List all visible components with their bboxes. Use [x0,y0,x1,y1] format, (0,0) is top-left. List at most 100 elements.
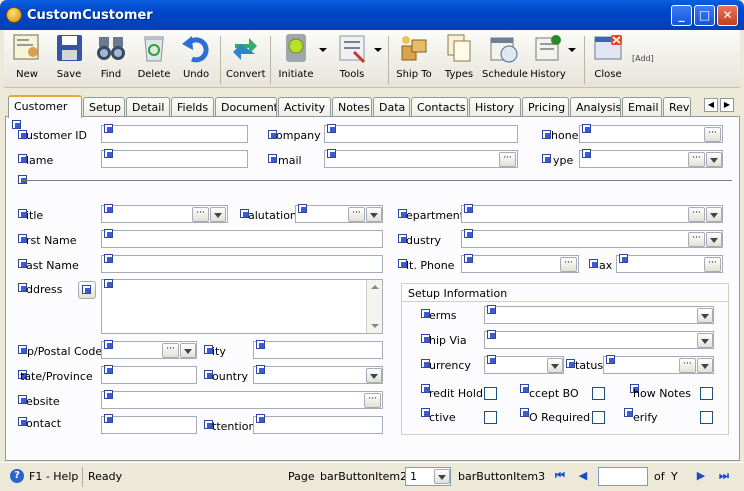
dropdown-button[interactable] [697,358,713,373]
address-scrollbar[interactable] [366,280,382,333]
tab-history[interactable]: History [469,97,521,117]
customer-id-field[interactable] [101,125,248,143]
ellipsis-button[interactable]: ··· [688,207,705,222]
show-notes-checkbox[interactable] [700,387,713,400]
ellipsis-button[interactable]: ··· [192,207,209,222]
dropdown-button[interactable] [706,232,722,247]
ship-to-button[interactable]: Ship To [394,32,434,80]
accept-bo-checkbox[interactable] [592,387,605,400]
initiate-button[interactable]: Initiate [276,32,316,80]
dropdown-button[interactable] [180,343,196,358]
email-field[interactable]: ··· [324,150,518,168]
close-button[interactable]: Close [590,32,626,80]
industry-field[interactable]: ··· [461,230,723,248]
page-select[interactable]: 1 [405,467,451,486]
type-field[interactable]: ··· [579,150,723,168]
tab-customer[interactable]: Customer [8,95,82,118]
po-required-checkbox[interactable] [592,411,605,424]
tab-detail[interactable]: Detail [126,97,170,117]
dropdown-button[interactable] [210,207,226,222]
tab-notes[interactable]: Notes [332,97,372,117]
last-name-field[interactable] [101,255,383,273]
salutation-field[interactable]: ··· [295,205,383,223]
tab-pricing[interactable]: Pricing [522,97,569,117]
history-button[interactable]: History [528,32,568,80]
dropdown-button[interactable] [697,333,713,348]
ellipsis-button[interactable]: ··· [679,358,696,373]
tab-analysis[interactable]: Analysis [570,97,621,117]
delete-button[interactable]: Delete [136,32,172,80]
tab-scroll-right-icon[interactable]: ▶ [720,98,734,112]
ellipsis-button[interactable]: ··· [704,257,721,272]
status-field[interactable]: ··· [603,356,714,374]
dropdown-button[interactable] [706,207,722,222]
schedule-button[interactable]: Schedule [482,32,528,80]
tab-data[interactable]: Data [373,97,410,117]
add-label[interactable]: [Add] [632,54,654,63]
terms-field[interactable] [484,306,714,324]
fax-field[interactable]: ··· [616,255,723,273]
undo-button[interactable]: Undo [180,32,212,80]
tab-email[interactable]: Email [622,97,662,117]
tools-button[interactable]: Tools [332,32,372,80]
tab-activity[interactable]: Activity [278,97,331,117]
dropdown-button[interactable] [697,308,713,323]
initiate-dropdown-arrow[interactable] [319,48,327,52]
city-field[interactable] [253,341,383,359]
dropdown-button[interactable] [547,358,563,373]
ellipsis-button[interactable]: ··· [688,152,705,167]
state-field[interactable] [101,366,197,384]
currency-field[interactable] [484,356,564,374]
bar-button-item-2[interactable]: barButtonItem2 [320,470,407,483]
verify-checkbox[interactable] [700,411,713,424]
new-button[interactable]: New [10,32,44,80]
last-page-icon[interactable]: ⏭ [716,468,732,484]
find-button[interactable]: Find [94,32,128,80]
first-page-icon[interactable]: ⏮ [552,468,568,484]
name-field[interactable] [101,150,248,168]
tab-fields[interactable]: Fields [171,97,214,117]
active-checkbox[interactable] [484,411,497,424]
history-dropdown-arrow[interactable] [568,48,576,52]
ellipsis-button[interactable]: ··· [162,343,179,358]
first-name-field[interactable] [101,230,383,248]
country-field[interactable] [253,366,383,384]
zip-field[interactable]: ··· [101,341,197,359]
next-page-icon[interactable]: ▶ [693,468,709,484]
page-select-dropdown[interactable] [434,469,450,484]
ellipsis-button[interactable]: ··· [499,152,516,167]
credit-hold-checkbox[interactable] [484,387,497,400]
ship-via-field[interactable] [484,331,714,349]
address-lookup-button[interactable] [78,281,96,299]
save-button[interactable]: Save [52,32,86,80]
tab-documents[interactable]: Documents [215,97,277,117]
dropdown-button[interactable] [366,368,382,383]
tab-scroll-left-icon[interactable]: ◀ [704,98,718,112]
title-field[interactable]: ··· [101,205,228,223]
tools-dropdown-arrow[interactable] [374,48,382,52]
ellipsis-button[interactable]: ··· [688,232,705,247]
address-field[interactable] [101,279,383,334]
phone-field[interactable]: ··· [579,125,723,143]
alt-phone-field[interactable]: ··· [461,255,579,273]
types-button[interactable]: Types [440,32,478,80]
ellipsis-button[interactable]: ··· [704,127,721,142]
convert-button[interactable]: Convert [226,32,266,80]
attention-field[interactable] [253,416,383,434]
dropdown-button[interactable] [366,207,382,222]
maximize-button[interactable]: □ [694,5,715,26]
help-text[interactable]: F1 - Help [29,470,78,483]
department-field[interactable]: ··· [461,205,723,223]
dropdown-button[interactable] [706,152,722,167]
help-icon[interactable]: ? [10,469,24,483]
tab-setup[interactable]: Setup [83,97,125,117]
website-field[interactable]: ··· [101,391,383,409]
ellipsis-button[interactable]: ··· [364,393,381,408]
close-window-button[interactable]: ✕ [717,5,738,26]
previous-page-icon[interactable]: ◀ [575,468,591,484]
tab-contacts[interactable]: Contacts [411,97,468,117]
minimize-button[interactable]: _ [671,5,692,26]
contact-field[interactable] [101,416,197,434]
ellipsis-button[interactable]: ··· [348,207,365,222]
bar-button-item-3[interactable]: barButtonItem3 [458,470,545,483]
